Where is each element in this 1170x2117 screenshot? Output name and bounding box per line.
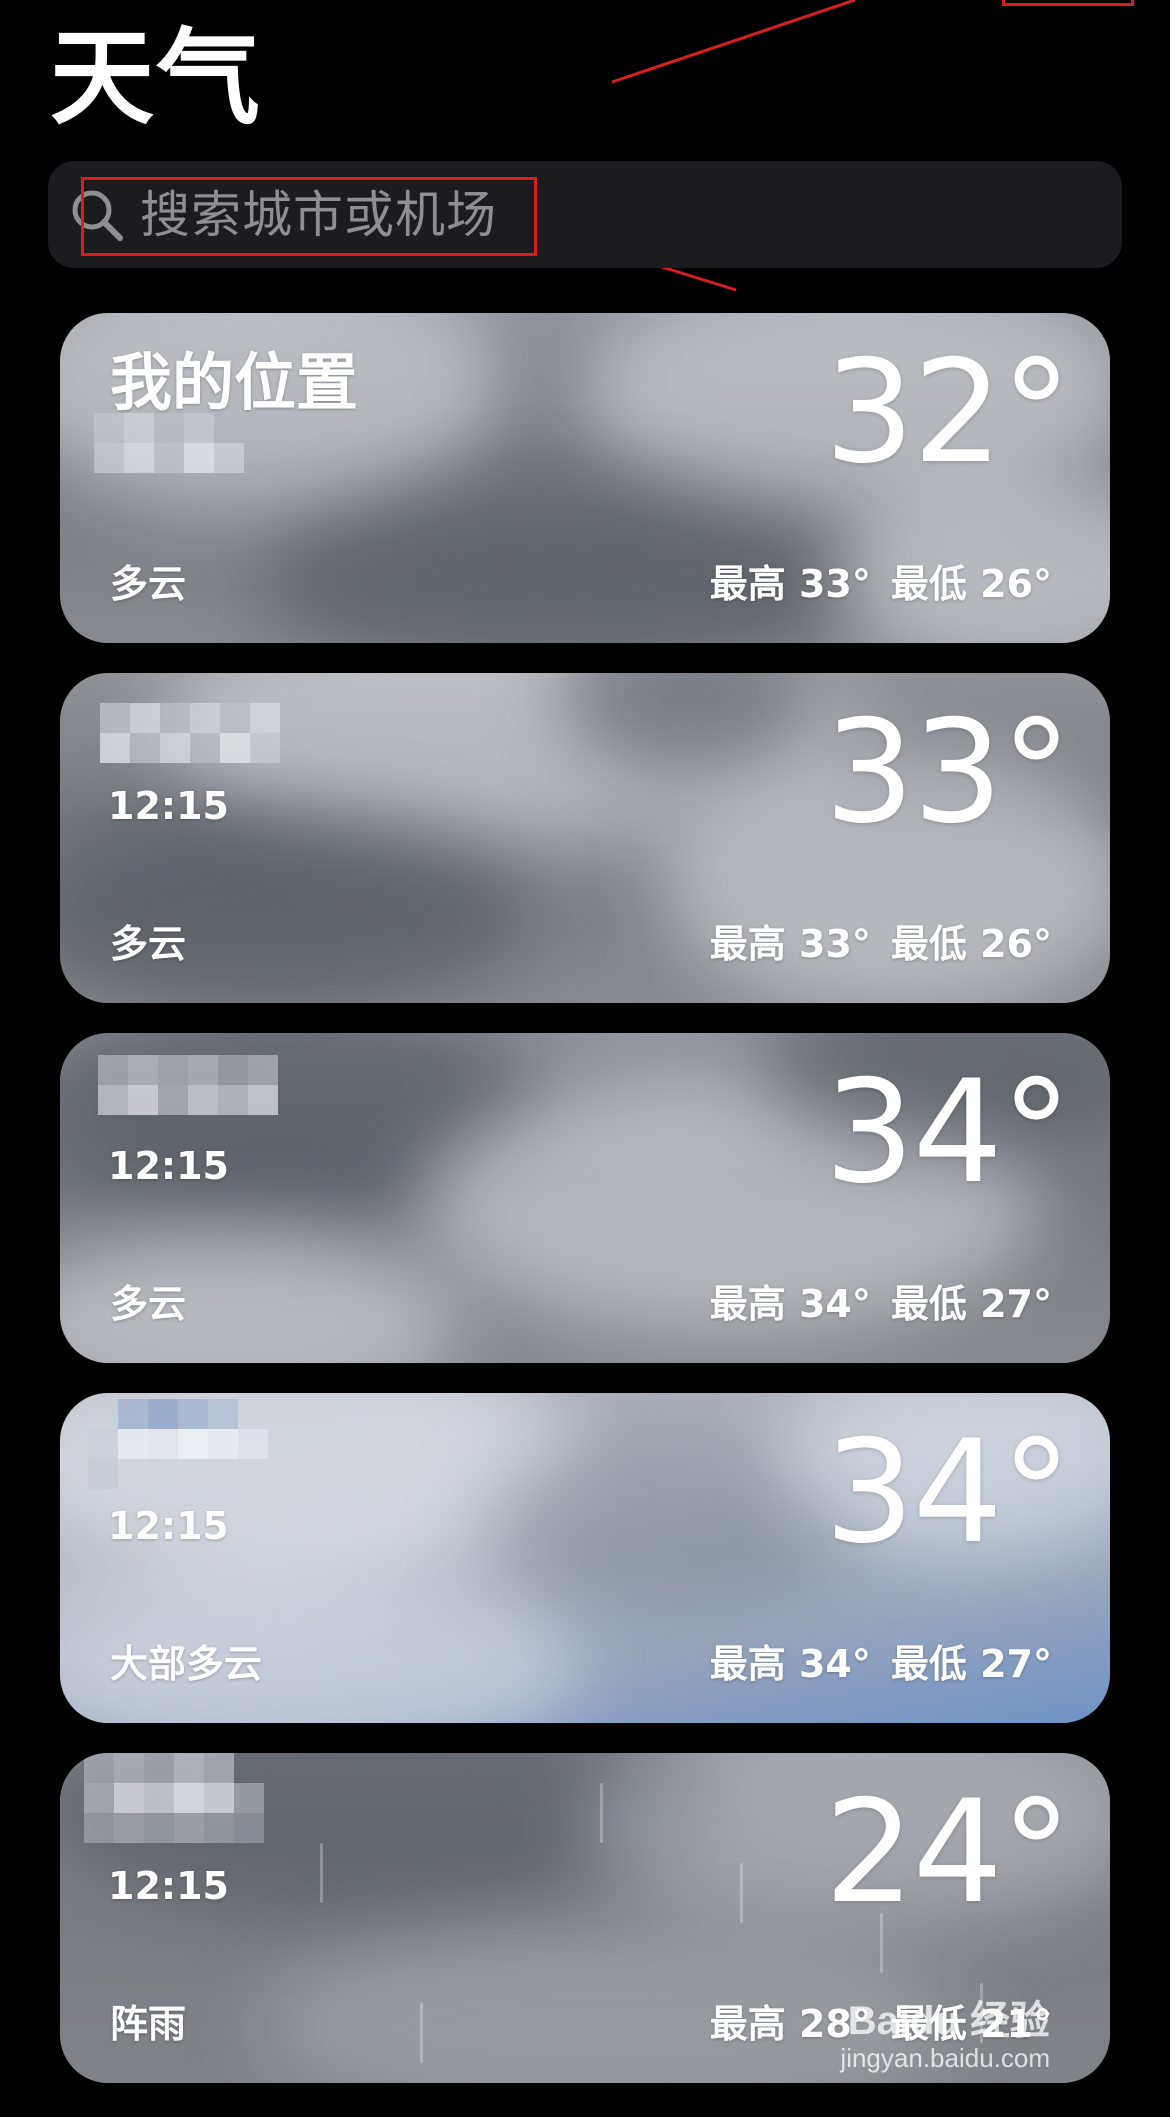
annotation-box-top-right xyxy=(1002,0,1134,6)
current-temperature: 34° xyxy=(824,1410,1072,1575)
local-time: 12:15 xyxy=(108,1144,229,1188)
current-temperature: 33° xyxy=(824,690,1072,855)
weather-condition: 多云 xyxy=(110,562,187,606)
blurred-location-name xyxy=(84,1753,294,1843)
location-card[interactable]: 12:15 33° 多云 最高 33° 最低 26° xyxy=(60,673,1110,1003)
weather-condition: 多云 xyxy=(110,1282,187,1326)
low-temperature: 最低 27° xyxy=(890,1282,1052,1326)
local-time: 12:15 xyxy=(108,1504,229,1548)
high-temperature: 最高 33° xyxy=(709,562,871,606)
weather-condition: 阵雨 xyxy=(110,2002,187,2046)
watermark-logo-text: Baidu 经验 xyxy=(847,1999,1050,2043)
high-low-temperature: 最高 33° 最低 26° xyxy=(710,921,1052,967)
low-temperature: 最低 26° xyxy=(890,562,1052,606)
low-temperature: 最低 26° xyxy=(890,922,1052,966)
location-name: 我的位置 xyxy=(110,346,359,419)
current-temperature: 32° xyxy=(824,330,1072,495)
blurred-location-name xyxy=(100,703,310,793)
local-time: 12:15 xyxy=(108,784,229,828)
blurred-location-name xyxy=(88,1399,298,1489)
annotation-arrow-top xyxy=(611,0,856,84)
weather-condition: 多云 xyxy=(110,922,187,966)
low-temperature: 最低 27° xyxy=(890,1642,1052,1686)
current-temperature: 24° xyxy=(824,1770,1072,1935)
location-card[interactable]: 12:15 34° 多云 最高 34° 最低 27° xyxy=(60,1033,1110,1363)
high-low-temperature: 最高 33° 最低 26° xyxy=(710,561,1052,607)
high-temperature: 最高 34° xyxy=(709,1282,871,1326)
high-temperature: 最高 33° xyxy=(709,922,871,966)
high-low-temperature: 最高 34° 最低 27° xyxy=(710,1641,1052,1687)
watermark-url: jingyan.baidu.com xyxy=(840,2043,1050,2073)
page-title: 天气 xyxy=(50,17,263,139)
annotation-box-search xyxy=(81,177,537,256)
watermark: Baidu 经验 jingyan.baidu.com xyxy=(840,1999,1050,2073)
weather-condition: 大部多云 xyxy=(110,1642,263,1686)
location-card[interactable]: 12:15 34° 大部多云 最高 34° 最低 27° xyxy=(60,1393,1110,1723)
current-temperature: 34° xyxy=(824,1050,1072,1215)
high-low-temperature: 最高 34° 最低 27° xyxy=(710,1281,1052,1327)
location-card[interactable]: 12:15 24° 阵雨 最高 28° 最低 21° Baidu 经验 jingy… xyxy=(60,1753,1110,2083)
blurred-location-text xyxy=(94,413,304,503)
location-card-my-location[interactable]: 我的位置 32° 多云 最高 33° 最低 26° xyxy=(60,313,1110,643)
high-temperature: 最高 34° xyxy=(709,1642,871,1686)
local-time: 12:15 xyxy=(108,1864,229,1908)
blurred-location-name xyxy=(98,1055,308,1145)
